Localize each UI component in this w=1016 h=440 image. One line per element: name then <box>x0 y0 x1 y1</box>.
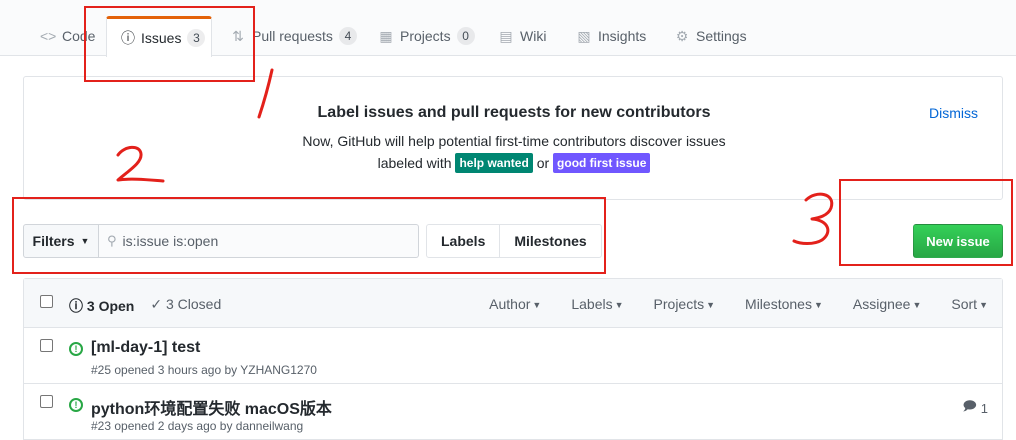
annotation-box-filter-bar <box>12 197 606 274</box>
issue-opened-icon: ! <box>69 398 83 412</box>
issue-opened-icon: ! <box>69 342 83 356</box>
assignee-menu-label: Assignee <box>852 296 911 312</box>
comment-icon: 🗩 <box>962 398 977 413</box>
issue-title-link[interactable]: python环境配置失败 macOS版本 <box>91 395 332 419</box>
issue-title-link[interactable]: [ml-day-1] test <box>91 339 200 357</box>
projects-menu-label: Projects <box>653 296 705 312</box>
issue-opened-icon: ⓘ <box>69 298 83 314</box>
issue-row: ! [ml-day-1] test #25 opened 3 hours ago… <box>24 328 1002 384</box>
closed-issues-link[interactable]: ✓ 3 Closed <box>150 296 221 316</box>
tab-projects[interactable]: ▦ Projects 0 <box>368 16 485 56</box>
help-wanted-label[interactable]: help wanted <box>455 153 533 173</box>
caret-down-icon: ▼ <box>813 300 823 310</box>
issue-comments-link[interactable]: 🗩 1 <box>962 397 988 419</box>
tab-insights-label: Insights <box>598 28 647 44</box>
sort-menu-label: Sort <box>951 296 978 312</box>
caret-down-icon: ▼ <box>706 300 716 310</box>
caret-down-icon: ▼ <box>979 300 988 310</box>
issue-meta: #23 opened 2 days ago by danneilwang <box>91 419 304 433</box>
onboarding-title: Label issues and pull requests for new c… <box>317 104 711 121</box>
issues-list-header: ⓘ 3 Open ✓ 3 Closed Author ▼ Labels ▼ Proj… <box>24 279 1002 328</box>
onboarding-line-2-prefix: labeled with <box>377 155 452 171</box>
author-menu[interactable]: Author ▼ <box>489 296 541 312</box>
annotation-box-new-issue <box>839 179 1013 266</box>
onboarding-line-2: labeled with help wanted or good first i… <box>24 153 1004 173</box>
tab-wiki[interactable]: ▤ Wiki <box>488 16 556 56</box>
tab-wiki-label: Wiki <box>520 28 547 44</box>
select-all-checkbox[interactable] <box>40 295 53 308</box>
annotation-box-issues-tab <box>84 6 255 82</box>
assignee-menu[interactable]: Assignee ▼ <box>853 296 922 312</box>
project-icon: ▦ <box>379 27 393 44</box>
milestones-menu-label: Milestones <box>745 296 812 312</box>
issue-comment-count: 1 <box>980 400 988 416</box>
issue-row: ! python环境配置失败 macOS版本 #23 opened 2 days… <box>24 384 1002 440</box>
check-icon: ✓ <box>150 296 163 312</box>
good-first-issue-label[interactable]: good first issue <box>553 153 651 173</box>
code-icon: <> <box>40 28 57 44</box>
book-icon: ▤ <box>499 27 513 44</box>
onboarding-connector: or <box>536 155 550 171</box>
onboarding-line-1: Now, GitHub will help potential first-ti… <box>302 133 726 149</box>
issue-state-toggle: ⓘ 3 Open ✓ 3 Closed <box>69 296 221 316</box>
tab-projects-label: Projects <box>400 28 451 44</box>
caret-down-icon: ▼ <box>912 300 922 310</box>
issue-checkbox[interactable] <box>40 339 53 352</box>
projects-menu[interactable]: Projects ▼ <box>654 296 716 312</box>
author-menu-label: Author <box>489 296 531 312</box>
milestones-menu[interactable]: Milestones ▼ <box>745 296 823 312</box>
labels-menu[interactable]: Labels ▼ <box>571 296 623 312</box>
caret-down-icon: ▼ <box>532 300 542 310</box>
tab-insights[interactable]: ▧ Insights <box>566 16 656 56</box>
sort-menu[interactable]: Sort ▼ <box>951 296 988 312</box>
tab-settings[interactable]: ⚙ Settings <box>664 16 757 56</box>
issue-filter-menus: Author ▼ Labels ▼ Projects ▼ Milestones ▼ As… <box>489 296 988 312</box>
open-issues-count: 3 Open <box>86 298 135 314</box>
closed-issues-count: 3 Closed <box>165 296 222 312</box>
dismiss-link[interactable]: Dismiss <box>929 105 978 121</box>
issues-list: ⓘ 3 Open ✓ 3 Closed Author ▼ Labels ▼ Proj… <box>23 278 1003 440</box>
annotation-numeral-3 <box>792 192 834 245</box>
open-issues-link[interactable]: ⓘ 3 Open <box>69 296 134 316</box>
tab-pull-requests-count: 4 <box>338 27 357 45</box>
tab-pull-requests-label: Pull requests <box>252 28 333 44</box>
caret-down-icon: ▼ <box>614 300 624 310</box>
labels-menu-label: Labels <box>571 296 613 312</box>
gear-icon: ⚙ <box>675 27 689 44</box>
issue-meta: #25 opened 3 hours ago by YZHANG1270 <box>91 363 317 377</box>
graph-icon: ▧ <box>577 27 591 44</box>
issue-checkbox[interactable] <box>40 395 53 408</box>
tab-settings-label: Settings <box>696 28 747 44</box>
tab-projects-count: 0 <box>456 27 475 45</box>
